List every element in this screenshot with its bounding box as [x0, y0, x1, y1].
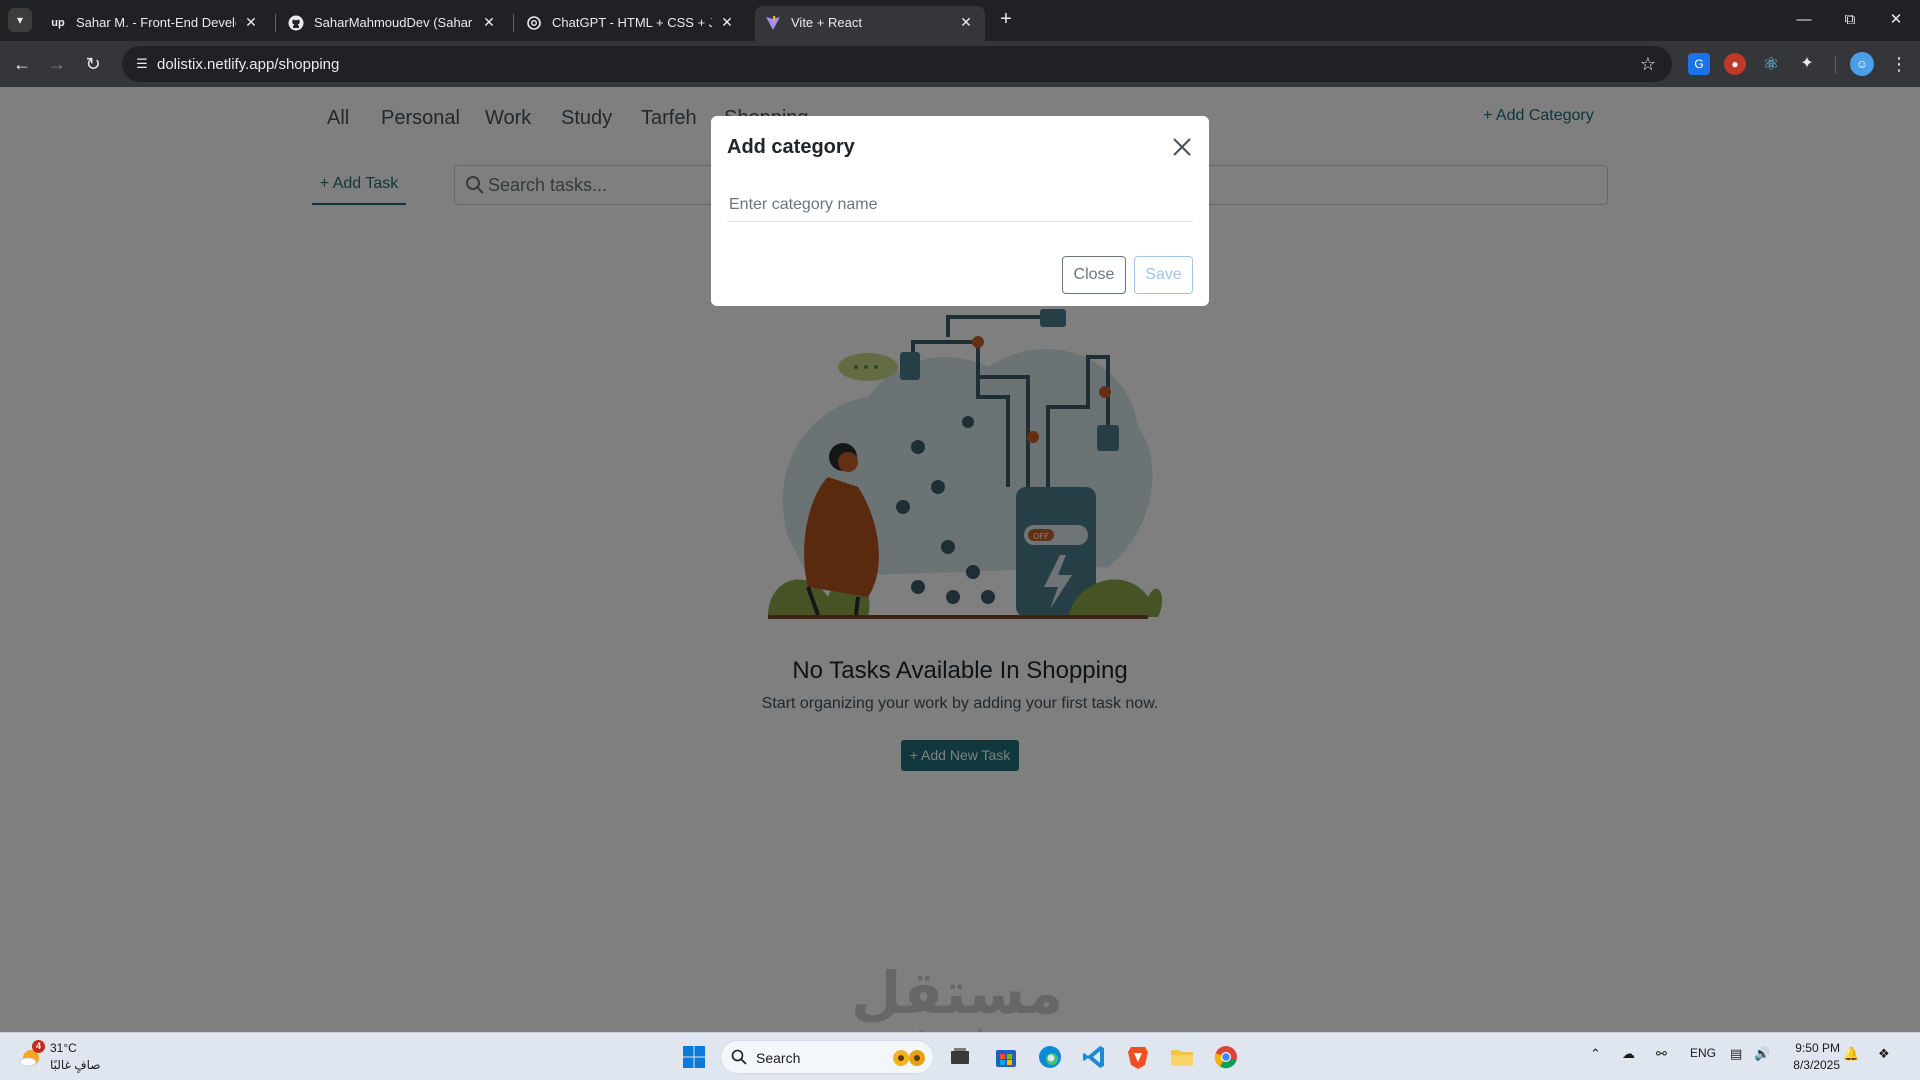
reload-button[interactable]: ↻ — [80, 51, 106, 77]
edge-icon[interactable] — [1036, 1043, 1064, 1071]
search-highlight-icon — [893, 1050, 925, 1066]
taskbar-search-label: Search — [756, 1050, 801, 1066]
github-icon — [288, 15, 304, 31]
windows-taskbar: 4 31°C صافٍ غالبًا Search ⌃ ☁ ⚯ ENG ▤ 🔊 … — [0, 1032, 1920, 1080]
tab-separator — [513, 14, 514, 32]
search-icon — [731, 1049, 747, 1065]
browser-tab-vite-react[interactable]: Vite + React ✕ — [755, 6, 985, 41]
close-tab-icon[interactable]: ✕ — [957, 13, 975, 31]
vite-icon — [765, 15, 781, 31]
site-info-icon[interactable]: ☰ — [132, 54, 152, 74]
bookmark-star-icon[interactable]: ☆ — [1640, 54, 1656, 74]
browser-menu-icon[interactable]: ⋮ — [1890, 51, 1908, 77]
browser-tab-bar: ▾ up Sahar M. - Front-End Developer ✕ Sa… — [0, 0, 1920, 41]
url-text[interactable]: dolistix.netlify.app/shopping — [157, 56, 339, 73]
close-tab-icon[interactable]: ✕ — [480, 13, 498, 31]
address-bar[interactable]: ☰ dolistix.netlify.app/shopping ☆ — [122, 46, 1672, 82]
tab-title: Sahar M. - Front-End Developer — [76, 15, 236, 30]
clock-time[interactable]: 9:50 PM — [1770, 1041, 1840, 1055]
back-button[interactable]: ← — [9, 51, 35, 77]
toolbar-separator — [1835, 56, 1836, 74]
profile-avatar[interactable]: ☺ — [1850, 52, 1874, 76]
forward-button[interactable]: → — [44, 51, 70, 77]
network-icon[interactable]: ▤ — [1730, 1046, 1742, 1062]
copilot-tray-icon[interactable]: ⚯ — [1656, 1046, 1667, 1062]
react-devtools-icon[interactable]: ⚛ — [1760, 53, 1782, 75]
close-button[interactable]: Close — [1062, 256, 1126, 294]
taskbar-search[interactable]: Search — [720, 1040, 934, 1074]
close-window-button[interactable]: ✕ — [1874, 6, 1918, 34]
tab-title: ChatGPT - HTML + CSS + JavaScript — [552, 15, 712, 30]
close-tab-icon[interactable]: ✕ — [242, 13, 260, 31]
task-view-icon[interactable] — [946, 1043, 974, 1071]
microsoft-store-icon[interactable] — [992, 1043, 1020, 1071]
category-name-input[interactable]: Enter category name — [727, 196, 1193, 222]
onedrive-offline-icon[interactable]: ☁ — [1622, 1046, 1635, 1062]
weather-temperature[interactable]: 31°C — [50, 1041, 77, 1055]
save-button[interactable]: Save — [1134, 256, 1193, 294]
category-name-placeholder: Enter category name — [729, 196, 878, 213]
weather-description[interactable]: صافٍ غالبًا — [50, 1058, 100, 1072]
extension-red-icon[interactable]: ● — [1724, 53, 1746, 75]
extensions-puzzle-icon[interactable]: ✦ — [1796, 53, 1818, 75]
tab-separator — [275, 14, 276, 32]
page-viewport: All Personal Work Study Tarfeh Shopping … — [0, 87, 1920, 1032]
windows-start-icon[interactable] — [682, 1045, 706, 1069]
show-hidden-icons-chevron-icon[interactable]: ⌃ — [1590, 1046, 1601, 1062]
copilot-icon[interactable]: ❖ — [1878, 1046, 1890, 1062]
browser-tab-github[interactable]: SaharMahmoudDev (Sahar Mahmoud) ✕ — [278, 6, 508, 41]
weather-badge: 4 — [32, 1040, 45, 1053]
browser-toolbar: ← → ↻ ☰ dolistix.netlify.app/shopping ☆ … — [0, 41, 1920, 87]
translate-extension-icon[interactable]: G — [1688, 53, 1710, 75]
chatgpt-icon — [526, 15, 542, 31]
restore-button[interactable]: ⧉ — [1828, 6, 1872, 34]
tab-title: SaharMahmoudDev (Sahar Mahmoud) — [314, 15, 474, 30]
vscode-icon[interactable] — [1080, 1043, 1108, 1071]
notification-bell-icon[interactable]: 🔔 — [1843, 1046, 1859, 1062]
close-tab-icon[interactable]: ✕ — [718, 13, 736, 31]
add-category-modal: Add category Enter category name Close S… — [711, 116, 1209, 306]
close-icon[interactable] — [1169, 134, 1195, 160]
minimize-button[interactable]: — — [1782, 6, 1826, 34]
upwork-icon: up — [51, 17, 65, 29]
file-explorer-icon[interactable] — [1168, 1043, 1196, 1071]
brave-icon[interactable] — [1124, 1043, 1152, 1071]
clock-date[interactable]: 8/3/2025 — [1770, 1058, 1840, 1072]
tab-search-button[interactable]: ▾ — [8, 8, 32, 32]
language-indicator[interactable]: ENG — [1690, 1046, 1716, 1060]
modal-title: Add category — [727, 136, 855, 158]
new-tab-button[interactable]: + — [995, 8, 1017, 30]
browser-tab-upwork[interactable]: up Sahar M. - Front-End Developer ✕ — [40, 6, 270, 41]
tab-title: Vite + React — [791, 15, 862, 30]
browser-tab-chatgpt[interactable]: ChatGPT - HTML + CSS + JavaScript ✕ — [516, 6, 746, 41]
volume-icon[interactable]: 🔊 — [1754, 1046, 1770, 1062]
chrome-icon[interactable] — [1212, 1043, 1240, 1071]
